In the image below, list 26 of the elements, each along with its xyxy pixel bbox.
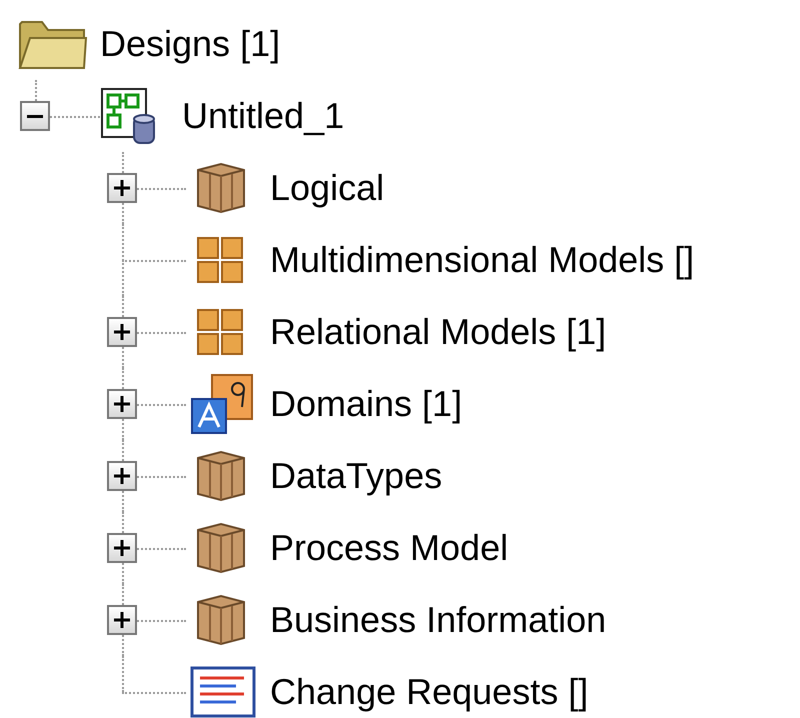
plus-icon <box>114 468 130 484</box>
tree-item[interactable]: Multidimensional Models [] <box>270 233 694 287</box>
expand-button[interactable] <box>107 389 137 419</box>
tree-item[interactable]: Business Information <box>270 593 606 647</box>
tree-item[interactable]: DataTypes <box>270 449 442 503</box>
expand-button[interactable] <box>107 605 137 635</box>
diagram-database-icon <box>100 87 158 145</box>
tree-item[interactable]: Change Requests [] <box>270 665 588 718</box>
tree-item[interactable]: Relational Models [1] <box>270 305 606 359</box>
minus-icon <box>27 114 43 118</box>
tree-item[interactable]: Process Model <box>270 521 508 575</box>
tree-item[interactable]: Logical <box>270 161 384 215</box>
plus-icon <box>114 396 130 412</box>
expand-button[interactable] <box>107 533 137 563</box>
plus-icon <box>114 324 130 340</box>
expand-button[interactable] <box>107 317 137 347</box>
collapse-button[interactable] <box>20 101 50 131</box>
expand-button[interactable] <box>107 461 137 491</box>
tree-item[interactable]: Domains [1] <box>270 377 462 431</box>
tree-item[interactable]: Untitled_1 <box>182 89 344 143</box>
plus-icon <box>114 612 130 628</box>
tree-item[interactable]: Designs [1] <box>100 17 280 71</box>
domains-icon <box>190 373 256 435</box>
plus-icon <box>114 540 130 556</box>
expand-button[interactable] <box>107 173 137 203</box>
plus-icon <box>114 180 130 196</box>
